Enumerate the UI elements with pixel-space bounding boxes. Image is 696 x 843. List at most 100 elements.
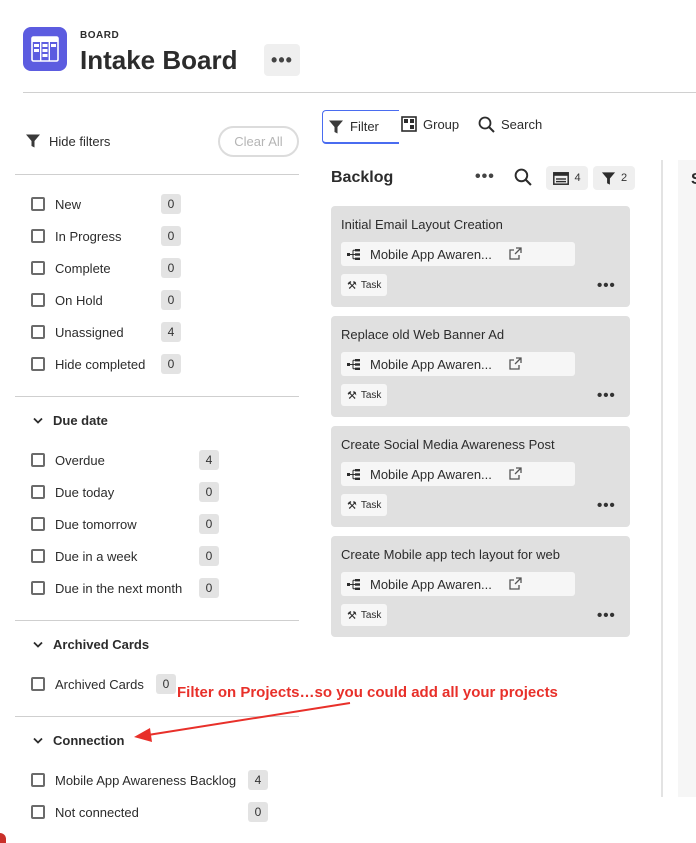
- hammer-icon: ⚒: [347, 389, 357, 402]
- card-more-button[interactable]: •••: [597, 607, 616, 624]
- next-column: [678, 160, 696, 797]
- checkbox[interactable]: [31, 517, 45, 531]
- hierarchy-icon: [347, 248, 360, 260]
- page-title: Intake Board: [80, 45, 238, 75]
- count-badge: 0: [161, 258, 181, 278]
- filter-label: Archived Cards: [55, 676, 144, 692]
- clear-all-button[interactable]: Clear All: [218, 126, 299, 157]
- filter-new[interactable]: New: [31, 194, 81, 214]
- group-button[interactable]: Group: [401, 116, 459, 132]
- checkbox[interactable]: [31, 581, 45, 595]
- count-badge: 0: [156, 674, 176, 694]
- checkbox[interactable]: [31, 773, 45, 787]
- card-more-button[interactable]: •••: [597, 497, 616, 514]
- card-title: Create Social Media Awareness Post: [341, 437, 555, 452]
- checkbox[interactable]: [31, 325, 45, 339]
- card-more-button[interactable]: •••: [597, 277, 616, 294]
- card[interactable]: Create Mobile app tech layout for web Mo…: [331, 536, 630, 637]
- filter-label: Due in a week: [55, 548, 138, 564]
- filter-overdue[interactable]: Overdue: [31, 450, 105, 470]
- checkbox[interactable]: [31, 293, 45, 307]
- section-title: Archived Cards: [53, 637, 150, 652]
- hierarchy-icon: [347, 358, 360, 370]
- count-badge: 4: [161, 322, 181, 342]
- count-badge: 0: [199, 578, 219, 598]
- count-badge: 0: [199, 514, 219, 534]
- funnel-icon: [601, 171, 615, 185]
- checkbox[interactable]: [31, 357, 45, 371]
- card[interactable]: Initial Email Layout Creation Mobile App…: [331, 206, 630, 307]
- search-button[interactable]: Search: [478, 116, 542, 133]
- filter-due-next-month[interactable]: Due in the next month: [31, 578, 182, 598]
- task-type-chip: ⚒ Task: [341, 274, 388, 296]
- column-more-button[interactable]: •••: [475, 168, 495, 186]
- column-search-icon[interactable]: [514, 168, 532, 191]
- board-more-button[interactable]: •••: [264, 44, 300, 76]
- filter-not-connected[interactable]: Not connected: [31, 802, 139, 822]
- chevron-down-icon: [33, 641, 43, 648]
- open-in-new-icon[interactable]: [509, 357, 522, 370]
- count-badge: 0: [161, 290, 181, 310]
- cards-icon: [553, 171, 570, 185]
- filter-button[interactable]: Filter: [322, 110, 399, 144]
- filter-label: Due today: [55, 484, 115, 500]
- board-icon: [23, 27, 67, 71]
- hierarchy-icon: [347, 468, 360, 480]
- card-connection[interactable]: Mobile App Awaren...: [341, 572, 575, 596]
- column-card-count[interactable]: 4: [546, 166, 588, 190]
- section-due-date[interactable]: Due date: [33, 413, 108, 428]
- checkbox[interactable]: [31, 453, 45, 467]
- divider: [15, 716, 299, 717]
- connection-name: Mobile App Awaren...: [370, 356, 492, 372]
- checkbox[interactable]: [31, 485, 45, 499]
- open-in-new-icon[interactable]: [509, 467, 522, 480]
- connection-name: Mobile App Awaren...: [370, 246, 492, 262]
- task-type-chip: ⚒ Task: [341, 384, 388, 406]
- card-connection[interactable]: Mobile App Awaren...: [341, 242, 575, 266]
- filter-due-in-a-week[interactable]: Due in a week: [31, 546, 137, 566]
- count-badge: 0: [161, 194, 181, 214]
- section-title: Due date: [53, 413, 108, 428]
- checkbox[interactable]: [31, 677, 45, 691]
- checkbox[interactable]: [31, 261, 45, 275]
- card-count-value: 4: [574, 172, 581, 184]
- next-column-title: S: [691, 171, 696, 189]
- count-badge: 4: [199, 450, 219, 470]
- card-connection[interactable]: Mobile App Awaren...: [341, 462, 575, 486]
- filter-on-hold[interactable]: On Hold: [31, 290, 103, 310]
- card[interactable]: Replace old Web Banner Ad Mobile App Awa…: [331, 316, 630, 417]
- hide-filters-toggle[interactable]: Hide filters: [25, 133, 110, 149]
- checkbox[interactable]: [31, 805, 45, 819]
- filter-label: Not connected: [55, 804, 139, 820]
- filter-mobile-app-awareness-backlog[interactable]: Mobile App Awareness Backlog: [31, 770, 236, 790]
- filter-hide-completed[interactable]: Hide completed: [31, 354, 145, 374]
- column-filter-count[interactable]: 2: [593, 166, 635, 190]
- card[interactable]: Create Social Media Awareness Post Mobil…: [331, 426, 630, 527]
- filter-label: Unassigned: [55, 324, 124, 340]
- card-more-button[interactable]: •••: [597, 387, 616, 404]
- checkbox[interactable]: [31, 197, 45, 211]
- section-connection[interactable]: Connection: [33, 733, 125, 748]
- filter-due-tomorrow[interactable]: Due tomorrow: [31, 514, 137, 534]
- section-archived-cards[interactable]: Archived Cards: [33, 637, 149, 652]
- open-in-new-icon[interactable]: [509, 247, 522, 260]
- connection-name: Mobile App Awaren...: [370, 576, 492, 592]
- filter-complete[interactable]: Complete: [31, 258, 111, 278]
- checkbox[interactable]: [31, 549, 45, 563]
- hide-filters-label: Hide filters: [49, 133, 111, 149]
- filter-label: Filter: [350, 119, 379, 134]
- filter-due-today[interactable]: Due today: [31, 482, 114, 502]
- search-label: Search: [501, 117, 543, 132]
- filter-unassigned[interactable]: Unassigned: [31, 322, 124, 342]
- divider: [15, 620, 299, 621]
- filter-label: Due in the next month: [55, 580, 183, 596]
- open-in-new-icon[interactable]: [509, 577, 522, 590]
- filter-in-progress[interactable]: In Progress: [31, 226, 121, 246]
- checkbox[interactable]: [31, 229, 45, 243]
- funnel-icon: [26, 134, 40, 148]
- card-connection[interactable]: Mobile App Awaren...: [341, 352, 575, 376]
- hammer-icon: ⚒: [347, 279, 357, 292]
- filter-archived-cards[interactable]: Archived Cards: [31, 674, 144, 694]
- funnel-icon: [329, 120, 343, 133]
- divider: [15, 174, 299, 175]
